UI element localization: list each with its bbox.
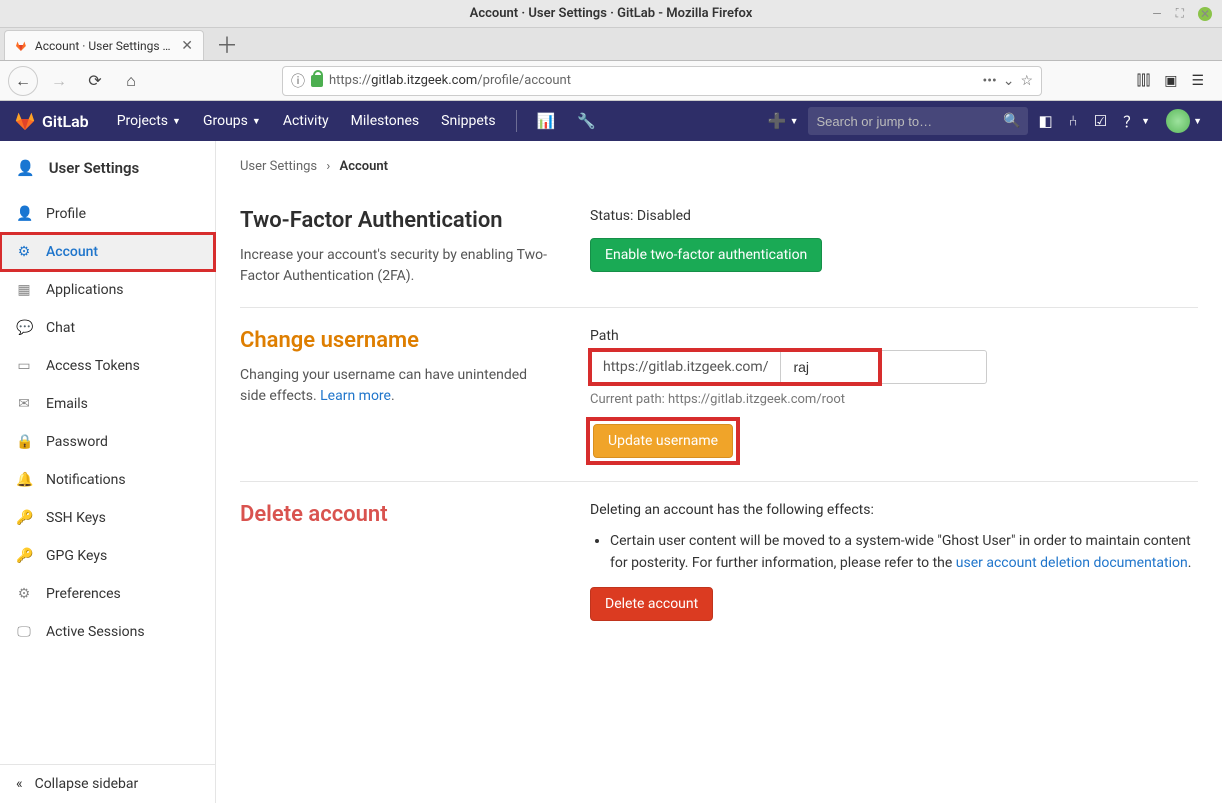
sidebar-item-password[interactable]: 🔒Password [0,423,215,461]
nav-activity[interactable]: Activity [277,113,335,129]
back-button[interactable]: ← [8,66,38,96]
delete-account-title: Delete account [240,502,550,527]
browser-toolbar: ← → ⟳ ⌂ ⓘ https://gitlab.itzgeek.com/pro… [0,61,1222,101]
update-username-button[interactable]: Update username [593,424,733,458]
sidebar-item-gpg-keys[interactable]: 🔑GPG Keys [0,537,215,575]
avatar [1166,109,1190,133]
gitlab-logo[interactable]: GitLab [14,110,89,132]
current-path-hint: Current path: https://gitlab.itzgeek.com… [590,392,1198,407]
delete-intro: Deleting an account has the following ef… [590,502,1198,518]
sidebar-item-active-sessions[interactable]: 🖵Active Sessions [0,613,215,651]
browser-tab[interactable]: Account · User Settings · GitL… ✕ [4,30,204,60]
new-tab-button[interactable]: ＋ [216,28,238,60]
user-icon: 👤 [16,159,35,177]
os-titlebar: Account · User Settings · GitLab - Mozil… [0,0,1222,28]
tab-close-icon[interactable]: ✕ [181,38,193,54]
browser-tab-strip: Account · User Settings · GitL… ✕ ＋ [0,28,1222,61]
os-close-icon[interactable]: ✕ [1198,7,1212,21]
merge-requests-icon[interactable]: ⑃ [1063,112,1084,130]
section-delete-account: Delete account Deleting an account has t… [240,481,1198,641]
reload-button[interactable]: ⟳ [80,66,110,96]
twofa-title: Two-Factor Authentication [240,208,550,233]
home-button[interactable]: ⌂ [116,66,146,96]
menu-icon[interactable]: ☰ [1191,73,1204,89]
gitlab-favicon-icon [15,39,27,53]
os-maximize-icon[interactable]: ⛶ [1176,6,1184,21]
settings-sidebar: 👤 User Settings 👤Profile ⚙Account ▦Appli… [0,141,216,803]
sidebar-item-emails[interactable]: ✉Emails [0,385,215,423]
breadcrumb-current: Account [340,159,388,174]
breadcrumb: User Settings › Account [240,153,1198,188]
sidebar-item-access-tokens[interactable]: ▭Access Tokens [0,347,215,385]
nav-milestones[interactable]: Milestones [345,113,426,129]
username-input[interactable] [780,350,987,384]
sidebar-toggle-icon[interactable]: ▣ [1164,73,1177,89]
delete-bullet: Certain user content will be moved to a … [610,530,1198,575]
collapse-sidebar-button[interactable]: «Collapse sidebar [0,764,215,803]
pocket-icon[interactable]: ⌄ [1003,73,1015,89]
forward-button[interactable]: → [44,66,74,96]
global-search[interactable]: 🔍 [808,107,1028,135]
sidebar-item-applications[interactable]: ▦Applications [0,271,215,309]
sidebar-item-notifications[interactable]: 🔔Notifications [0,461,215,499]
nav-groups[interactable]: Groups▼ [197,113,267,129]
sidebar-item-ssh-keys[interactable]: 🔑SSH Keys [0,499,215,537]
browser-tab-title: Account · User Settings · GitL… [35,39,173,53]
path-label: Path [590,328,1198,344]
analytics-icon[interactable]: 📊 [531,112,562,130]
section-change-username: Change username Changing your username c… [240,307,1198,481]
twofa-desc: Increase your account's security by enab… [240,245,550,287]
sidebar-item-preferences[interactable]: ⚙Preferences [0,575,215,613]
breadcrumb-root[interactable]: User Settings [240,159,317,174]
help-icon[interactable]: ？▼ [1117,111,1156,132]
section-two-factor: Two-Factor Authentication Increase your … [240,188,1198,307]
chevrons-left-icon: « [16,776,23,792]
todos-icon[interactable]: ☑ [1088,112,1113,130]
more-actions-icon[interactable]: ••• [983,73,997,89]
enable-2fa-button[interactable]: Enable two-factor authentication [590,238,822,272]
url-bar[interactable]: ⓘ https://gitlab.itzgeek.com/profile/acc… [282,66,1042,96]
bookmark-star-icon[interactable]: ☆ [1020,73,1033,89]
path-prefix: https://gitlab.itzgeek.com/ [590,350,780,384]
sidebar-item-account[interactable]: ⚙Account [0,233,215,271]
new-dropdown-icon[interactable]: ➕▼ [762,112,805,130]
search-icon[interactable]: 🔍 [1003,113,1020,129]
library-icon[interactable]: ⫿⫿⫿ [1137,73,1150,89]
os-minimize-icon[interactable]: — [1152,7,1161,21]
user-deletion-doc-link[interactable]: user account deletion documentation [956,555,1188,571]
search-input[interactable] [816,114,995,129]
admin-wrench-icon[interactable]: 🔧 [571,112,602,130]
url-text: https://gitlab.itzgeek.com/profile/accou… [329,73,977,88]
main-content: User Settings › Account Two-Factor Authe… [216,141,1222,803]
user-menu[interactable]: ▼ [1160,109,1208,133]
delete-account-button[interactable]: Delete account [590,587,713,621]
sidebar-header: 👤 User Settings [0,141,215,195]
change-username-desc: Changing your username can have unintend… [240,365,550,407]
gitlab-tanuki-icon [14,110,36,132]
os-window-title: Account · User Settings · GitLab - Mozil… [470,6,753,21]
change-username-title: Change username [240,328,550,353]
nav-snippets[interactable]: Snippets [435,113,501,129]
issues-icon[interactable]: ◧ [1032,112,1058,130]
sidebar-item-profile[interactable]: 👤Profile [0,195,215,233]
site-info-icon[interactable]: ⓘ [291,71,305,91]
gitlab-topnav: GitLab Projects▼ Groups▼ Activity Milest… [0,101,1222,141]
nav-projects[interactable]: Projects▼ [111,113,187,129]
lock-icon [311,75,323,87]
sidebar-item-chat[interactable]: 💬Chat [0,309,215,347]
twofa-status: Status: Disabled [590,208,1198,224]
learn-more-link[interactable]: Learn more [320,388,391,404]
